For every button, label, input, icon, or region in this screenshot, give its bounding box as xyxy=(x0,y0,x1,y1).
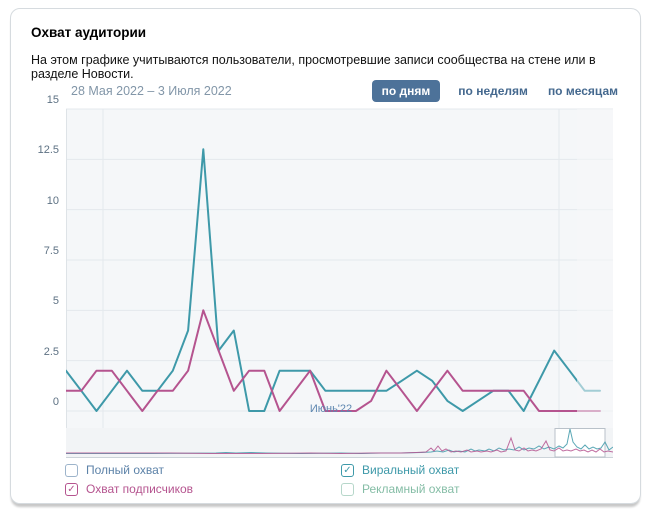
x-axis-month-label: Июнь'22 xyxy=(261,403,401,415)
y-axis-tick: 12.5 xyxy=(19,144,59,156)
checkbox-ad-reach[interactable] xyxy=(341,483,354,496)
y-axis-tick: 7.5 xyxy=(19,245,59,257)
chart-legend: Полный охват ✓ Охват подписчиков ✓ Вирал… xyxy=(11,462,640,502)
y-axis-tick: 0 xyxy=(19,396,59,408)
chart-description: На этом графике учитываются пользователи… xyxy=(31,53,623,81)
minimap-selection[interactable] xyxy=(555,429,605,458)
reach-stats-card: Охват аудитории На этом графике учитываю… xyxy=(10,8,641,504)
tab-by-days[interactable]: по дням xyxy=(372,80,441,102)
tab-by-weeks[interactable]: по неделям xyxy=(456,80,530,102)
checkbox-full-reach[interactable] xyxy=(65,464,78,477)
y-axis-tick: 5 xyxy=(19,295,59,307)
minimap-svg[interactable] xyxy=(66,428,613,458)
legend-item-full-reach: Полный охват xyxy=(65,462,164,478)
legend-label: Полный охват xyxy=(86,463,164,477)
main-chart-svg xyxy=(66,101,613,431)
y-axis-tick: 2.5 xyxy=(19,346,59,358)
legend-label: Виральный охват xyxy=(362,463,459,477)
legend-item-viral-reach: ✓ Виральный охват xyxy=(341,462,459,478)
main-line-chart xyxy=(66,101,613,431)
chart-minimap[interactable] xyxy=(66,428,613,458)
legend-item-ad-reach: Рекламный охват xyxy=(341,481,459,497)
legend-item-subscriber-reach: ✓ Охват подписчиков xyxy=(65,481,193,497)
legend-label: Рекламный охват xyxy=(362,482,459,496)
granularity-tabs: по дням по неделям по месяцам xyxy=(372,80,620,102)
y-axis-tick: 15 xyxy=(19,94,59,106)
date-range-label: 28 Мая 2022 – 3 Июля 2022 xyxy=(71,84,232,98)
page-title: Охват аудитории xyxy=(31,25,146,40)
y-axis-tick: 10 xyxy=(19,195,59,207)
chart-controls: 28 Мая 2022 – 3 Июля 2022 по дням по нед… xyxy=(71,80,620,102)
checkbox-viral-reach[interactable]: ✓ xyxy=(341,464,354,477)
checkbox-subscriber-reach[interactable]: ✓ xyxy=(65,483,78,496)
tab-by-months[interactable]: по месяцам xyxy=(546,80,620,102)
legend-label: Охват подписчиков xyxy=(86,482,193,496)
